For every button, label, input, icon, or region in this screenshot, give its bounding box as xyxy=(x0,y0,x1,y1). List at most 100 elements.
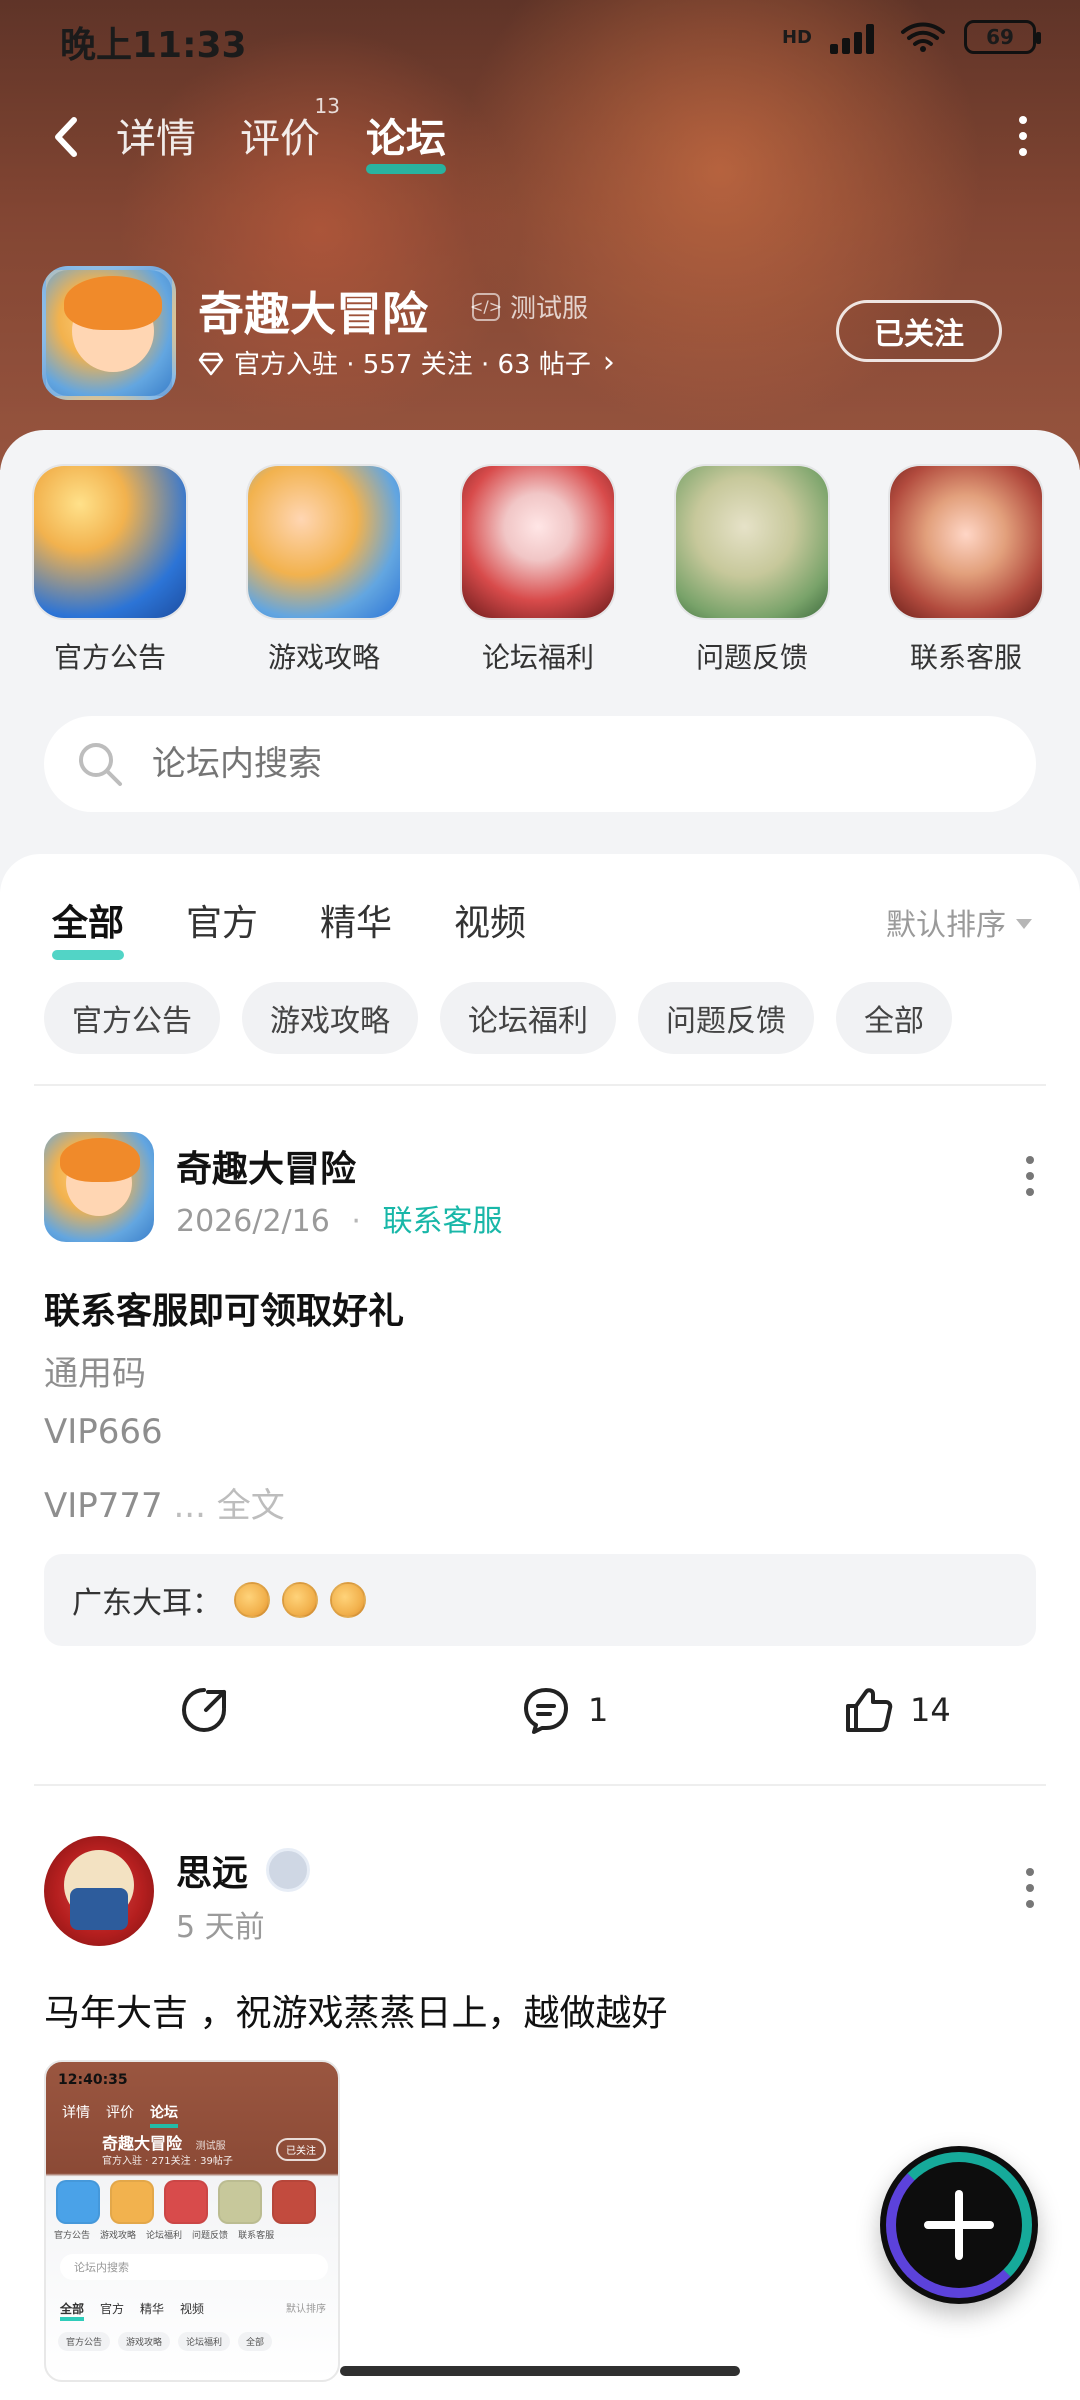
search-input[interactable] xyxy=(152,744,952,784)
post-author[interactable]: 奇趣大冒险 xyxy=(176,1140,356,1192)
share-button[interactable] xyxy=(176,1670,232,1750)
thumbnail-quick-label: 游戏攻略 xyxy=(100,2231,137,2241)
post-image-thumbnail[interactable]: 12:40:35 详情 评价 论坛 奇趣大冒险 测试服 官方入驻 · 271关注… xyxy=(44,2060,340,2382)
author-badge-icon xyxy=(266,1848,310,1892)
test-server-badge: </> 测试服 xyxy=(470,288,589,325)
post-date: 2026/2/16 xyxy=(176,1204,330,1239)
dropdown-caret-icon xyxy=(1016,919,1032,929)
tab-forum[interactable]: 论坛 xyxy=(366,106,446,174)
sort-dropdown[interactable]: 默认排序 xyxy=(886,900,1032,944)
comment-button[interactable]: 1 xyxy=(518,1670,608,1750)
post-tag-link[interactable]: 联系客服 xyxy=(382,1204,502,1239)
quick-entry-label: 联系客服 xyxy=(909,641,1022,674)
signal-icon xyxy=(830,20,882,54)
post-text[interactable]: 马年大吉 ，祝游戏蒸蒸日上，越做越好 xyxy=(44,1984,667,2036)
hd-indicator: HD xyxy=(781,26,812,48)
post-card[interactable]: 奇趣大冒险 2026/2/16 · 联系客服 联系客服即可领取好礼 通用码 VI… xyxy=(0,1106,1080,1776)
quick-entry-feedback[interactable]: 问题反馈 xyxy=(674,464,830,684)
tab-reviews[interactable]: 评价 13 xyxy=(240,94,340,164)
thumbnail-feed-tab: 官方 xyxy=(100,2302,125,2316)
quick-entry-official-announcements[interactable]: 官方公告 xyxy=(32,464,188,684)
sort-label: 默认排序 xyxy=(886,908,1006,943)
benefits-icon xyxy=(460,464,616,620)
wifi-icon xyxy=(901,22,945,52)
author-avatar[interactable] xyxy=(44,1132,154,1242)
game-info: 奇趣大冒险 </> 测试服 官方入驻 · 557 关注 · 63 帖子 › 已关… xyxy=(42,266,1042,402)
post-more-icon[interactable] xyxy=(1024,1156,1036,1200)
thumbnail-follow: 已关注 xyxy=(276,2138,326,2161)
more-menu-icon[interactable] xyxy=(1018,116,1028,156)
author-avatar[interactable] xyxy=(44,1836,154,1946)
feed-tab-official-label: 官方 xyxy=(186,903,259,944)
customer-service-icon xyxy=(888,464,1044,620)
chip-feedback[interactable]: 问题反馈 xyxy=(638,982,814,1054)
tab-details-label: 详情 xyxy=(116,116,196,162)
quick-entry-benefits[interactable]: 论坛福利 xyxy=(460,464,616,684)
chevron-right-icon: › xyxy=(602,345,615,380)
feed-tab-all-label: 全部 xyxy=(52,903,125,944)
code-icon: </> xyxy=(470,292,502,321)
comment-preview-author: 广东大耳： xyxy=(72,1586,222,1621)
chip-benefits[interactable]: 论坛福利 xyxy=(440,982,616,1054)
game-meta-text: 官方入驻 · 557 关注 · 63 帖子 xyxy=(234,350,591,380)
chip-guides[interactable]: 游戏攻略 xyxy=(242,982,418,1054)
quick-entry-label: 游戏攻略 xyxy=(267,641,380,674)
post-line: 通用码 xyxy=(44,1354,146,1394)
thumbnail-search-text: 论坛内搜索 xyxy=(74,2261,129,2274)
follow-button[interactable]: 已关注 xyxy=(836,300,1002,362)
tab-forum-label: 论坛 xyxy=(366,116,446,162)
comment-preview[interactable]: 广东大耳： xyxy=(44,1554,1036,1646)
emoji-icon xyxy=(282,1582,318,1618)
diamond-icon xyxy=(198,352,224,375)
tab-details[interactable]: 详情 xyxy=(116,106,196,164)
chip-all[interactable]: 全部 xyxy=(836,982,952,1054)
thumbnail-quick-labels: 官方公告 游戏攻略 论坛福利 问题反馈 联系客服 xyxy=(54,2228,274,2241)
feedback-icon xyxy=(674,464,830,620)
share-icon xyxy=(182,1688,226,1732)
feed-tab-featured[interactable]: 精华 xyxy=(320,894,392,946)
feed-tabs: 全部 官方 精华 视频 默认排序 xyxy=(52,894,1032,974)
back-icon[interactable] xyxy=(46,114,86,160)
post-card[interactable]: 思远 5 天前 马年大吉 ，祝游戏蒸蒸日上，越做越好 12:40:35 详情 评… xyxy=(0,1802,1080,2400)
feed-tab-active-underline xyxy=(52,950,125,960)
top-navigation: 详情 评价 13 论坛 xyxy=(0,94,1080,176)
post-author[interactable]: 思远 xyxy=(176,1844,248,1896)
post-line: VIP666 xyxy=(44,1412,163,1452)
quick-entry-customer-service[interactable]: 联系客服 xyxy=(888,464,1044,684)
meta-separator: · xyxy=(351,1204,361,1239)
quick-entry-label: 问题反馈 xyxy=(695,641,808,674)
thumbnail-chip: 官方公告 xyxy=(58,2332,111,2351)
tab-reviews-label: 评价 xyxy=(240,116,320,162)
feed-tab-official[interactable]: 官方 xyxy=(186,894,258,946)
forum-sheet: 官方公告 游戏攻略 论坛福利 问题反馈 联系客服 论坛内搜索 全部 官方 精华 … xyxy=(0,430,1080,2400)
comment-icon xyxy=(524,1688,568,1734)
game-icon xyxy=(42,266,176,400)
chip-official-announcements[interactable]: 官方公告 xyxy=(44,982,220,1054)
quick-entry-guides[interactable]: 游戏攻略 xyxy=(246,464,402,684)
quick-entry-row: 官方公告 游戏攻略 论坛福利 问题反馈 联系客服 xyxy=(0,464,1080,684)
forum-search-bar[interactable] xyxy=(44,716,1036,812)
feed-tab-all[interactable]: 全部 xyxy=(52,894,125,960)
test-server-label: 测试服 xyxy=(510,294,589,324)
feed-tab-video[interactable]: 视频 xyxy=(454,894,526,946)
post-actions: 1 14 xyxy=(0,1670,1080,1750)
thumbnail-meta: 官方入驻 · 271关注 · 39帖子 xyxy=(102,2156,233,2167)
create-post-button[interactable] xyxy=(880,2146,1038,2304)
thumbnail-time: 12:40:35 xyxy=(58,2072,128,2088)
feed-tab-featured-label: 精华 xyxy=(320,903,393,944)
thumbnail-title-text: 奇趣大冒险 xyxy=(102,2134,183,2153)
guides-icon xyxy=(246,464,402,620)
feed-divider xyxy=(34,1784,1046,1786)
game-meta[interactable]: 官方入驻 · 557 关注 · 63 帖子 › xyxy=(198,344,615,381)
search-icon xyxy=(79,743,122,786)
read-more-link[interactable]: ... 全文 xyxy=(174,1486,285,1526)
thumbnail-feed-tabs: 全部 官方 精华 视频 xyxy=(60,2300,204,2321)
thumbnail-quick-label: 论坛福利 xyxy=(146,2231,183,2241)
like-button[interactable]: 14 xyxy=(840,1670,951,1750)
post-title[interactable]: 联系客服即可领取好礼 xyxy=(44,1282,404,1334)
thumbnail-tab-active: 论坛 xyxy=(150,2102,178,2128)
emoji-icon xyxy=(330,1582,366,1618)
home-indicator xyxy=(340,2366,740,2376)
thumbnail-feed-tab: 全部 xyxy=(60,2300,85,2321)
post-more-icon[interactable] xyxy=(1024,1868,1036,1912)
